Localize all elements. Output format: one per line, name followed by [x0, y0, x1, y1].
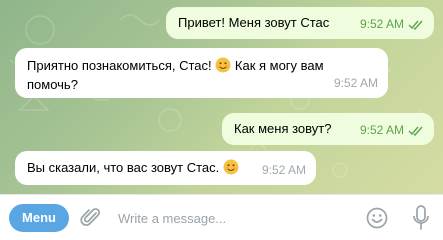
- message-time: 9:52 AM: [359, 17, 404, 31]
- message-composer: Menu: [0, 194, 443, 240]
- message-text-part: Как я могу вам: [234, 58, 324, 73]
- message-text-line1: Приятно познакомиться, Стас! Как я могу …: [27, 56, 376, 75]
- microphone-icon[interactable]: [412, 204, 430, 232]
- double-check-icon: [408, 126, 423, 136]
- message-outgoing[interactable]: Как меня зовут? 9:52 AM: [222, 113, 434, 145]
- message-text-part: Вы сказали, что вас зовут Стас.: [27, 160, 220, 175]
- message-incoming[interactable]: Вы сказали, что вас зовут Стас. 9:52 AM: [15, 151, 316, 185]
- message-input[interactable]: [118, 208, 348, 228]
- smile-icon[interactable]: [365, 206, 389, 230]
- message-meta: 9:52 AM: [360, 121, 424, 140]
- message-time: 9:52 AM: [261, 163, 306, 177]
- message-time: 9:52 AM: [359, 123, 404, 137]
- menu-button[interactable]: Menu: [9, 204, 69, 232]
- message-meta: 9:52 AM: [262, 161, 306, 180]
- smiling-face-emoji-icon: [215, 57, 231, 73]
- smiling-face-emoji-icon: [223, 159, 239, 175]
- message-meta: 9:52 AM: [334, 74, 378, 93]
- chat-background: Привет! Меня зовут Стас 9:52 AM Приятно …: [0, 0, 443, 194]
- message-meta: 9:52 AM: [360, 15, 424, 34]
- paperclip-icon[interactable]: [80, 206, 102, 230]
- double-check-icon: [408, 20, 423, 30]
- message-time: 9:52 AM: [333, 76, 378, 90]
- message-outgoing[interactable]: Привет! Меня зовут Стас 9:52 AM: [166, 7, 434, 39]
- message-text-line2: помочь?: [27, 77, 78, 92]
- message-incoming[interactable]: Приятно познакомиться, Стас! Как я могу …: [15, 48, 388, 98]
- message-text-part: Приятно познакомиться, Стас!: [27, 58, 212, 73]
